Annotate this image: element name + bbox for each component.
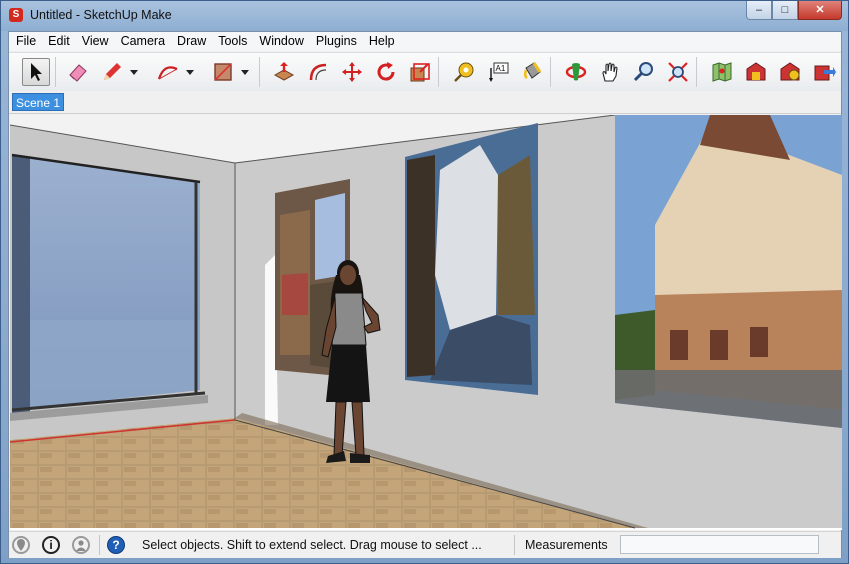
text-icon: A1 [489, 62, 509, 82]
zoom-tool-button[interactable] [630, 58, 658, 86]
geo-location-icon[interactable] [12, 536, 30, 554]
add-location-tool-button[interactable] [708, 58, 736, 86]
paint-bucket-icon [523, 62, 542, 80]
maximize-button[interactable]: □ [772, 1, 798, 20]
menu-bar: File Edit View Camera Draw Tools Window … [9, 32, 841, 51]
scenes-bar: Scene 1 [9, 91, 841, 114]
chevron-down-icon[interactable] [130, 70, 138, 75]
toolbar-separator [259, 57, 260, 87]
chevron-down-icon[interactable] [241, 70, 249, 75]
paint-bucket-tool-button[interactable] [518, 58, 546, 86]
zoom-extents-tool-button[interactable] [664, 58, 692, 86]
svg-text:A1: A1 [496, 64, 506, 73]
rotate-icon [377, 62, 395, 81]
zoom-extents-icon [668, 62, 688, 82]
window-title: Untitled - SketchUp Make [30, 8, 172, 22]
offset-icon [309, 63, 327, 81]
client-area: File Edit View Camera Draw Tools Window … [8, 31, 842, 558]
eraser-tool-button[interactable] [64, 58, 92, 86]
chevron-down-icon[interactable] [186, 70, 194, 75]
main-toolbar: A1 [9, 52, 841, 92]
pencil-icon [104, 63, 121, 80]
status-bar: i ? Select objects. Shift to extend sele… [9, 531, 841, 558]
menu-view[interactable]: View [76, 32, 115, 51]
scene-tab[interactable]: Scene 1 [12, 93, 64, 111]
user-icon[interactable] [72, 536, 90, 554]
menu-tools[interactable]: Tools [212, 32, 253, 51]
status-message: Select objects. Shift to extend select. … [142, 538, 482, 552]
scale-tool-button[interactable] [406, 58, 434, 86]
measurements-label: Measurements [525, 538, 608, 552]
offset-tool-button[interactable] [304, 58, 332, 86]
warehouse-icon [746, 62, 766, 81]
rectangle-tool-button[interactable] [209, 58, 237, 86]
share-model-tool-button[interactable] [776, 58, 804, 86]
magnifier-icon [633, 62, 653, 82]
tape-measure-icon [454, 62, 474, 82]
arrow-icon [31, 63, 42, 81]
tape-measure-tool-button[interactable] [450, 58, 478, 86]
eraser-icon [69, 64, 87, 82]
title-bar[interactable]: S Untitled - SketchUp Make – □ ✕ [1, 1, 848, 31]
minimize-button[interactable]: – [746, 1, 772, 20]
menu-draw[interactable]: Draw [171, 32, 212, 51]
credits-icon[interactable]: i [42, 536, 60, 554]
scale-icon [410, 63, 430, 82]
orbit-tool-button[interactable] [562, 58, 590, 86]
push-pull-tool-button[interactable] [270, 58, 298, 86]
menu-plugins[interactable]: Plugins [310, 32, 363, 51]
close-button[interactable]: ✕ [798, 1, 842, 20]
menu-file[interactable]: File [9, 32, 42, 51]
toolbar-separator [55, 57, 56, 87]
get-models-tool-button[interactable] [742, 58, 770, 86]
arc-icon [157, 66, 178, 80]
status-separator [514, 535, 515, 555]
select-tool-button[interactable] [22, 58, 50, 86]
model-viewport[interactable] [10, 115, 842, 530]
move-icon [342, 62, 362, 82]
toolbar-separator [550, 57, 551, 87]
extension-icon [814, 65, 836, 81]
arc-tool-button[interactable] [154, 58, 182, 86]
window-controls: – □ ✕ [746, 1, 842, 21]
menu-window[interactable]: Window [253, 32, 309, 51]
share-icon [780, 62, 800, 81]
pin-icon [17, 539, 25, 551]
pan-tool-button[interactable] [596, 58, 624, 86]
menu-camera[interactable]: Camera [115, 32, 171, 51]
extension-warehouse-tool-button[interactable] [810, 58, 838, 86]
3d-scene[interactable] [10, 115, 842, 530]
person-icon [76, 540, 86, 551]
toolbar-separator [438, 57, 439, 87]
line-tool-button[interactable] [98, 58, 126, 86]
measurements-input[interactable] [620, 535, 819, 554]
move-tool-button[interactable] [338, 58, 366, 86]
push-pull-icon [273, 62, 295, 81]
rectangle-icon [214, 63, 232, 81]
menu-help[interactable]: Help [363, 32, 401, 51]
help-icon[interactable]: ? [107, 536, 125, 554]
text-tool-button[interactable]: A1 [484, 58, 512, 86]
rotate-tool-button[interactable] [372, 58, 400, 86]
hand-icon [602, 62, 618, 82]
toolbar-separator [696, 57, 697, 87]
status-separator [99, 535, 100, 555]
orbit-icon [565, 63, 587, 81]
sketchup-logo-icon[interactable]: S [9, 8, 23, 22]
app-window: S Untitled - SketchUp Make – □ ✕ File Ed… [0, 0, 849, 564]
map-icon [712, 62, 732, 82]
menu-edit[interactable]: Edit [42, 32, 76, 51]
